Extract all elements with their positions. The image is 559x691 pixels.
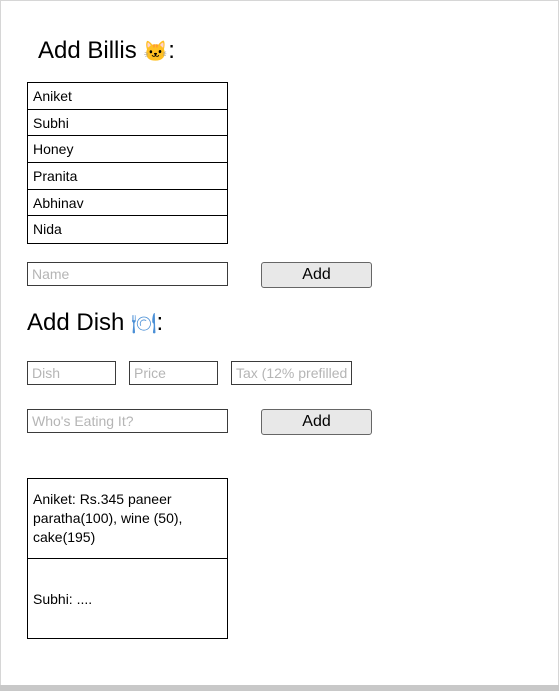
billis-title-colon: :	[168, 37, 175, 64]
tax-input[interactable]	[231, 361, 352, 385]
plate-fork-knife-icon: 🍽	[131, 313, 157, 335]
eaters-input[interactable]	[27, 409, 228, 433]
dish-title-colon: :	[156, 309, 164, 336]
billis-list: Aniket Subhi Honey Pranita Abhinav Nida	[27, 82, 228, 244]
list-item: Subhi	[28, 110, 227, 137]
add-billi-button[interactable]: Add	[261, 262, 372, 288]
add-dish-button[interactable]: Add	[261, 409, 372, 435]
list-item: Aniket	[28, 83, 227, 110]
dish-input[interactable]	[27, 361, 116, 385]
name-input[interactable]	[27, 262, 228, 286]
bill-summary: Aniket: Rs.345 paneer paratha(100), wine…	[27, 478, 228, 639]
dish-title-text: Add Dish	[27, 309, 125, 336]
summary-row: Subhi: ....	[28, 559, 227, 639]
billis-title-text: Add Billis	[38, 37, 137, 64]
list-item: Honey	[28, 136, 227, 163]
summary-text: Subhi: ....	[33, 590, 93, 607]
dish-title: Add Dish 🍽:	[27, 309, 163, 338]
summary-text: Aniket: Rs.345 paneer paratha(100), wine…	[33, 491, 183, 545]
list-item: Pranita	[28, 163, 227, 190]
list-item: Abhinav	[28, 190, 227, 217]
list-item: Nida	[33, 221, 62, 238]
summary-row: Aniket: Rs.345 paneer paratha(100), wine…	[28, 479, 227, 559]
bottom-scrollbar[interactable]	[0, 685, 559, 691]
cat-face-icon: 🐱	[143, 41, 169, 63]
price-input[interactable]	[129, 361, 218, 385]
billis-title: Add Billis 🐱:	[38, 37, 175, 66]
